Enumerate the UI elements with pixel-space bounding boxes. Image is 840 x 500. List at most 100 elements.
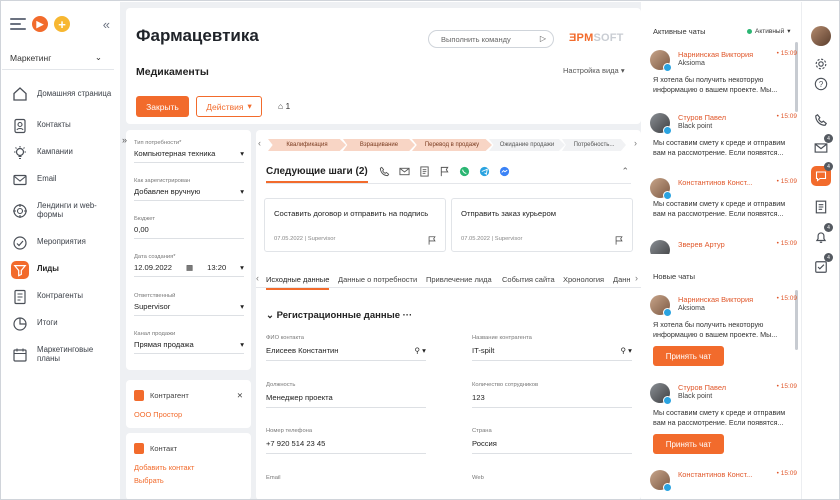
actions-button[interactable]: Действия ▾ — [196, 96, 262, 117]
field-budget[interactable]: Бюджет 0,00 — [134, 216, 244, 239]
stage-item[interactable]: Потребность... — [562, 139, 626, 151]
more-icon[interactable]: ··· — [403, 310, 413, 321]
chevron-up-icon[interactable]: ⌃ — [621, 166, 629, 177]
tab-site-events[interactable]: События сайта — [502, 275, 555, 284]
agent-status-select[interactable]: Активный ▾ — [747, 27, 790, 35]
phone-icon[interactable] — [378, 165, 390, 177]
menu-icon[interactable] — [10, 18, 26, 30]
task-date: 07.05.2022 — [274, 236, 304, 242]
expand-panel-icon[interactable]: » — [122, 135, 127, 145]
help-icon[interactable]: ? — [811, 74, 831, 94]
chat-item[interactable]: Константинов Конст... • 15:09 — [650, 470, 797, 499]
field-phone[interactable]: Номер телефона +7 920 514 23 45 — [266, 428, 426, 454]
workspace-select[interactable]: Маркетинг ⌄ — [2, 46, 114, 70]
add-icon[interactable]: + — [54, 16, 70, 32]
add-contact-link[interactable]: Добавить контакт — [126, 454, 251, 472]
field-sales-channel[interactable]: Канал продажи Прямая продажа ▾ — [134, 331, 244, 354]
accept-chat-button[interactable]: Принять чат — [653, 434, 724, 454]
stage-item[interactable]: Квалификация — [268, 139, 346, 151]
messenger-icon[interactable] — [498, 165, 510, 177]
sidebar-item-campaigns[interactable]: Кампании — [2, 139, 120, 166]
logo-part-b: SOFT — [593, 32, 624, 44]
tab-source-data[interactable]: Исходные данные — [266, 275, 330, 290]
chat-item[interactable]: Стуров Павел • 15:09 Black point Мы сост… — [650, 113, 797, 163]
stage-item[interactable]: Взращивание — [343, 139, 415, 151]
account-link[interactable]: ООО Простор — [126, 401, 251, 419]
field-employees[interactable]: Количество сотрудников 123 — [472, 382, 632, 408]
collapse-sidebar-icon[interactable]: « — [103, 17, 110, 32]
command-input[interactable]: Выполнить команду ▷ — [428, 30, 554, 48]
tab-more[interactable]: Данн — [613, 275, 631, 284]
chat-item[interactable]: Стуров Павел • 15:09 Black point Мы сост… — [650, 383, 797, 455]
accept-chat-button[interactable]: Принять чат — [653, 346, 724, 366]
close-icon[interactable]: ✕ — [237, 391, 243, 400]
tabs-next-icon[interactable]: › — [635, 273, 638, 283]
calendar-icon[interactable]: ▦ — [186, 263, 193, 272]
field-contact-name[interactable]: ФИО контакта Елисеев Константин ⚲ ▾ — [266, 335, 426, 361]
feed-icon[interactable] — [811, 197, 831, 217]
field-web[interactable]: Web — [472, 475, 632, 481]
chat-name: Нарнинская Виктория — [678, 50, 754, 59]
tab-timeline[interactable]: Хронология — [563, 275, 604, 284]
sidebar-item-accounts[interactable]: Контрагенты — [2, 283, 120, 310]
tab-lead-acquisition[interactable]: Привлечение лида — [426, 275, 492, 284]
task-card[interactable]: Отправить заказ курьером 07.05.2022 | Su… — [451, 198, 633, 252]
logo-part-a: ƎPM — [569, 32, 594, 44]
sidebar-item-home[interactable]: Домашняя страница — [2, 76, 120, 112]
whatsapp-icon[interactable] — [458, 165, 470, 177]
search-icon[interactable]: ⚲ ▾ — [415, 346, 426, 355]
stage-item[interactable]: Перевод в продажу — [412, 139, 492, 151]
chat-item[interactable]: Константинов Конст... • 15:09 Мы состави… — [650, 178, 797, 228]
tags-button[interactable]: ⌂ 1 — [278, 101, 290, 111]
stages-prev-icon[interactable]: ‹ — [258, 138, 261, 148]
sidebar-item-dashboards[interactable]: Итоги — [2, 310, 120, 337]
phone-icon[interactable] — [811, 110, 831, 130]
section-title[interactable]: ⌄ Регистрационные данные ··· — [266, 310, 412, 321]
flag-icon[interactable] — [427, 233, 437, 251]
search-icon[interactable]: ⚲ ▾ — [621, 346, 632, 355]
chat-time: • 15:09 — [776, 470, 797, 477]
sidebar-item-contacts[interactable]: Контакты — [2, 112, 120, 139]
task-card[interactable]: Составить договор и отправить на подпись… — [264, 198, 446, 252]
email-icon[interactable] — [398, 165, 410, 177]
sidebar-item-leads[interactable]: Лиды — [2, 256, 120, 283]
next-steps-tab[interactable]: Следующие шаги (2) — [266, 166, 368, 183]
task-icon[interactable] — [418, 165, 430, 177]
stage-item[interactable]: Ожидание продажи — [489, 139, 565, 151]
process-icon[interactable]: ▶ — [32, 16, 48, 32]
field-job-title[interactable]: Должность Менеджер проекта — [266, 382, 426, 408]
field-account-name[interactable]: Название контрагента IT-spilt ⚲ ▾ — [472, 335, 632, 361]
telegram-icon[interactable] — [478, 165, 490, 177]
view-settings-button[interactable]: Настройка вида ▾ — [563, 66, 625, 75]
avatar[interactable] — [811, 26, 831, 46]
field-registered-by[interactable]: Как зарегистрирован Добавлен вручную ▾ — [134, 178, 244, 201]
gear-icon[interactable] — [811, 54, 831, 74]
field-label: Дата создания* — [134, 254, 176, 260]
task-date: 07.05.2022 — [461, 236, 491, 242]
run-command-icon[interactable]: ▷ — [540, 34, 546, 43]
field-created-on[interactable]: Дата создания* 12.09.2022 ▦ 13:20 ▾ — [134, 254, 244, 277]
chevron-down-icon: ▾ — [240, 302, 244, 311]
campaign-icon — [11, 144, 29, 162]
home-icon — [11, 85, 29, 103]
chat-message: Я хотела бы получить некоторую информаци… — [653, 320, 778, 340]
flag-icon[interactable] — [614, 233, 624, 251]
sidebar-item-events[interactable]: Мероприятия — [2, 229, 120, 256]
stages-next-icon[interactable]: › — [634, 138, 637, 148]
sidebar-item-landings[interactable]: Лендинги и web-формы — [2, 193, 120, 229]
select-contact-link[interactable]: Выбрать — [126, 472, 251, 485]
sidebar-item-marketing-plans[interactable]: Маркетинговые планы — [2, 337, 120, 373]
chat-item[interactable]: Нарнинская Виктория • 15:09 Aksioma Я хо… — [650, 50, 797, 100]
flag-icon[interactable] — [438, 165, 450, 177]
field-email[interactable]: Email — [266, 475, 426, 481]
chat-item[interactable]: Зверев Артур • 15:09 — [650, 240, 797, 254]
telegram-icon — [663, 63, 672, 72]
field-country[interactable]: Страна Россия — [472, 428, 632, 454]
tabs-prev-icon[interactable]: ‹ — [256, 273, 259, 283]
close-button[interactable]: Закрыть — [136, 96, 189, 117]
field-need-type[interactable]: Тип потребности* Компьютерная техника ▾ — [134, 140, 244, 163]
field-owner[interactable]: Ответственный Supervisor ▾ — [134, 293, 244, 316]
tab-need-data[interactable]: Данные о потребности — [338, 275, 417, 284]
chat-item[interactable]: Нарнинская Виктория • 15:09 Aksioma Я хо… — [650, 295, 797, 367]
sidebar-item-email[interactable]: Email — [2, 166, 120, 193]
